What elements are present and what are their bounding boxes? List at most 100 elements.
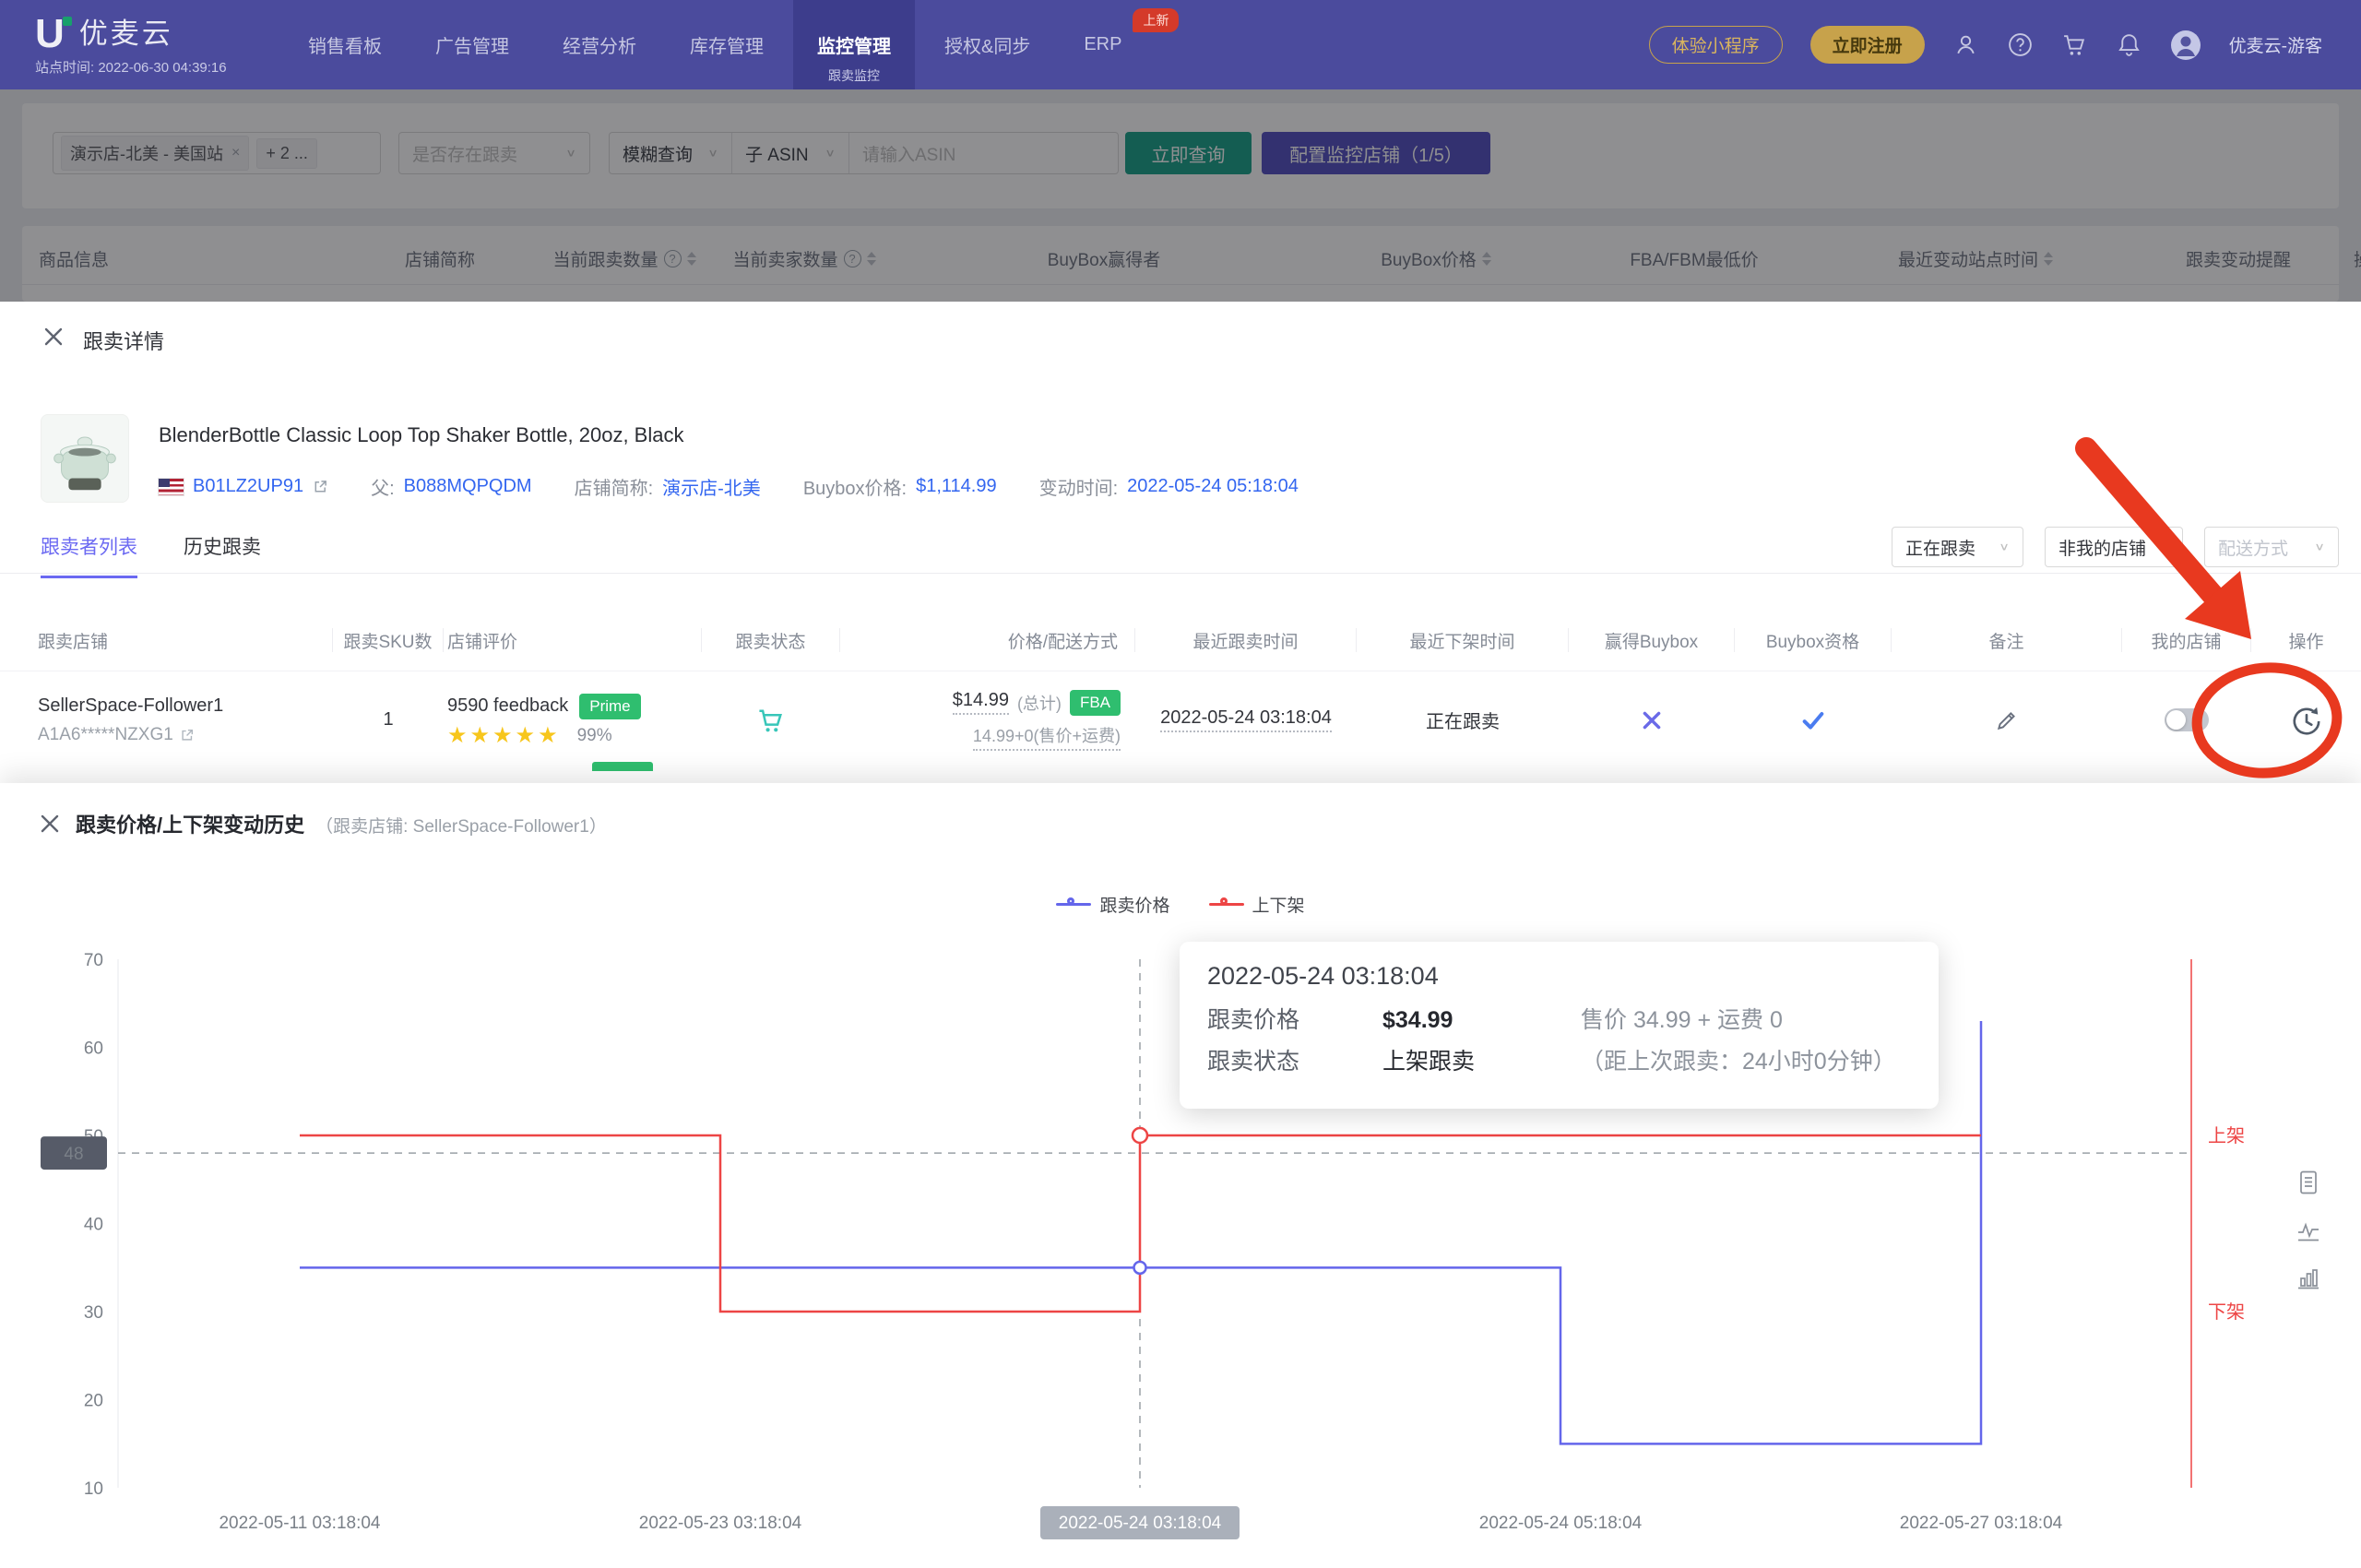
- page-background: 演示店-北美 - 美国站 × + 2 ... 是否存在跟卖 ∨ 模糊查询 ∨ 子…: [0, 89, 2361, 302]
- col-follow-status: 跟卖状态: [702, 628, 840, 652]
- nav-item-erp[interactable]: ERP 上新: [1060, 0, 1145, 89]
- sku-count-cell: 1: [333, 709, 444, 731]
- asin-type-select[interactable]: 子 ASIN ∨: [732, 133, 849, 173]
- change-time-value: 2022-05-24 05:18:04: [1127, 476, 1299, 497]
- sort-icon[interactable]: [687, 252, 696, 266]
- username[interactable]: 优麦云-游客: [2229, 32, 2322, 57]
- app-logo[interactable]: U 优麦云 站点时间: 2022-06-30 04:39:16: [0, 0, 281, 89]
- win-buybox-cell: [1569, 708, 1735, 732]
- nav-label: 广告管理: [435, 31, 509, 58]
- chart-legend: 跟卖价格 上下架: [0, 892, 2361, 917]
- star-rating-icon: ★★★★★: [447, 725, 561, 747]
- background-table-card: 商品信息 店铺简称 当前跟卖数量 ? 当前卖家数量 ? BuyBox赢得者 Bu…: [22, 226, 2339, 302]
- nav-item-auth-sync[interactable]: 授权&同步: [920, 0, 1054, 89]
- follow-status-select[interactable]: 正在跟卖 ∨: [1892, 527, 2023, 567]
- modal-title: 跟卖详情: [83, 326, 164, 355]
- query-button[interactable]: 立即查询: [1125, 132, 1252, 174]
- col-store-name: 店铺简称: [343, 246, 537, 271]
- bar-chart-icon[interactable]: [2295, 1265, 2322, 1292]
- nav-item-sales-board[interactable]: 销售看板: [284, 0, 406, 89]
- external-link-icon[interactable]: [180, 728, 195, 742]
- my-store-cell: [2122, 708, 2251, 731]
- buybox-eligible-cell: [1735, 707, 1892, 733]
- list-filters: 正在跟卖 ∨ 非我的店铺 配送方式 ∨: [1892, 527, 2339, 567]
- col-last-change-time[interactable]: 最近变动站点时间: [1828, 246, 2123, 271]
- product-meta: B01LZ2UP91 父: B088MQPQDM 店铺简称: 演示店-北美 Bu…: [159, 473, 1299, 500]
- history-modal-title: 跟卖价格/上下架变动历史: [76, 809, 304, 838]
- cart-icon[interactable]: [2061, 31, 2088, 58]
- col-seller-count[interactable]: 当前卖家数量 ?: [712, 246, 896, 271]
- data-view-icon[interactable]: [2295, 1169, 2322, 1196]
- line-chart-icon[interactable]: [2295, 1217, 2322, 1244]
- chevron-down-icon: ∨: [565, 147, 576, 160]
- nav-submenu-follow-monitor[interactable]: 跟卖监控: [793, 66, 915, 85]
- col-label: 当前卖家数量: [732, 246, 837, 271]
- tooltip-label: 跟卖状态: [1207, 1041, 1382, 1083]
- price-history-modal: 跟卖价格/上下架变动历史 （跟卖店铺: SellerSpace-Follower…: [0, 783, 2361, 1568]
- close-icon[interactable]: [41, 324, 66, 350]
- col-my-store: 我的店铺: [2122, 628, 2251, 652]
- register-button[interactable]: 立即注册: [1810, 26, 1925, 64]
- pencil-icon[interactable]: [1995, 708, 2019, 732]
- total-price[interactable]: $14.99: [953, 690, 1009, 715]
- sort-icon[interactable]: [2044, 252, 2053, 266]
- history-clock-icon[interactable]: [2289, 703, 2324, 738]
- asin-query-group: 模糊查询 ∨ 子 ASIN ∨ 请输入ASIN: [609, 132, 1119, 174]
- external-link-icon[interactable]: [313, 479, 328, 494]
- history-modal-subtitle: （跟卖店铺: SellerSpace-Follower1）: [315, 813, 607, 837]
- asin-input[interactable]: 请输入ASIN: [849, 141, 1118, 166]
- divider: [0, 573, 2361, 574]
- tab-follower-list[interactable]: 跟卖者列表: [41, 532, 137, 578]
- nav-item-monitoring[interactable]: 监控管理 跟卖监控: [793, 0, 915, 89]
- tag-close-icon[interactable]: ×: [231, 145, 240, 161]
- store-link[interactable]: 演示店-北美: [662, 473, 761, 500]
- support-icon[interactable]: [1952, 31, 1979, 58]
- chart-tooltip: 2022-05-24 03:18:04 跟卖价格 $34.99 售价 34.99…: [1180, 942, 1939, 1109]
- asin-type-label: 子 ASIN: [745, 141, 809, 166]
- help-icon[interactable]: [2007, 31, 2034, 58]
- price-cell: $14.99 (总计) FBA 14.99+0(售价+运费): [840, 690, 1135, 751]
- store-multiselect[interactable]: 演示店-北美 - 美国站 × + 2 ...: [53, 132, 381, 174]
- prime-badge: Prime: [579, 694, 640, 719]
- tooltip-extra: 售价 34.99 + 运费 0: [1581, 1000, 1911, 1041]
- cart-status-icon[interactable]: [756, 706, 786, 735]
- col-follow-count[interactable]: 当前跟卖数量 ?: [537, 246, 712, 271]
- legend-line-marker: [1056, 897, 1091, 911]
- tab-history-follow[interactable]: 历史跟卖: [184, 532, 261, 578]
- nav-item-ads[interactable]: 广告管理: [411, 0, 533, 89]
- sort-icon[interactable]: [1482, 252, 1491, 266]
- nav-item-analytics[interactable]: 经营分析: [539, 0, 660, 89]
- tooltip-time: 2022-05-24 03:18:04: [1207, 962, 1911, 991]
- close-icon[interactable]: [37, 811, 63, 837]
- col-buybox-price[interactable]: BuyBox价格: [1311, 246, 1560, 271]
- asin-link[interactable]: B01LZ2UP91: [193, 476, 303, 497]
- legend-item-price[interactable]: 跟卖价格: [1056, 892, 1169, 917]
- feedback-count: 9590 feedback: [447, 695, 568, 717]
- chevron-down-icon: ∨: [707, 147, 718, 160]
- cross-icon: [1640, 708, 1664, 732]
- new-badge: 上新: [1133, 8, 1179, 32]
- check-icon: [1800, 707, 1826, 733]
- mini-program-button[interactable]: 体验小程序: [1649, 26, 1783, 64]
- chevron-down-icon: ∨: [825, 147, 836, 160]
- col-label: BuyBox价格: [1381, 246, 1476, 271]
- bell-icon[interactable]: [2116, 31, 2142, 58]
- delivery-method-select[interactable]: 配送方式 ∨: [2204, 527, 2339, 567]
- follow-time[interactable]: 2022-05-24 03:18:04: [1160, 707, 1332, 732]
- avatar[interactable]: [2170, 30, 2201, 61]
- sort-icon[interactable]: [867, 252, 876, 266]
- parent-asin-label: 父:: [371, 473, 395, 500]
- legend-item-listing[interactable]: 上下架: [1209, 892, 1305, 917]
- fuzzy-query-select[interactable]: 模糊查询 ∨: [610, 133, 732, 173]
- exist-follow-select[interactable]: 是否存在跟卖 ∨: [398, 132, 590, 174]
- parent-asin-link[interactable]: B088MQPQDM: [404, 476, 532, 497]
- col-last-delist-time: 最近下架时间: [1357, 628, 1569, 652]
- my-store-toggle[interactable]: [2165, 708, 2209, 731]
- nav-item-inventory[interactable]: 库存管理: [666, 0, 788, 89]
- config-monitor-stores-button[interactable]: 配置监控店铺（1/5）: [1262, 132, 1490, 174]
- fuzzy-query-label: 模糊查询: [623, 141, 693, 166]
- store-scope-select[interactable]: 非我的店铺: [2045, 527, 2183, 567]
- price-note: (总计): [1017, 691, 1062, 715]
- more-stores-tag[interactable]: + 2 ...: [256, 138, 317, 169]
- select-label: 配送方式: [2218, 535, 2288, 560]
